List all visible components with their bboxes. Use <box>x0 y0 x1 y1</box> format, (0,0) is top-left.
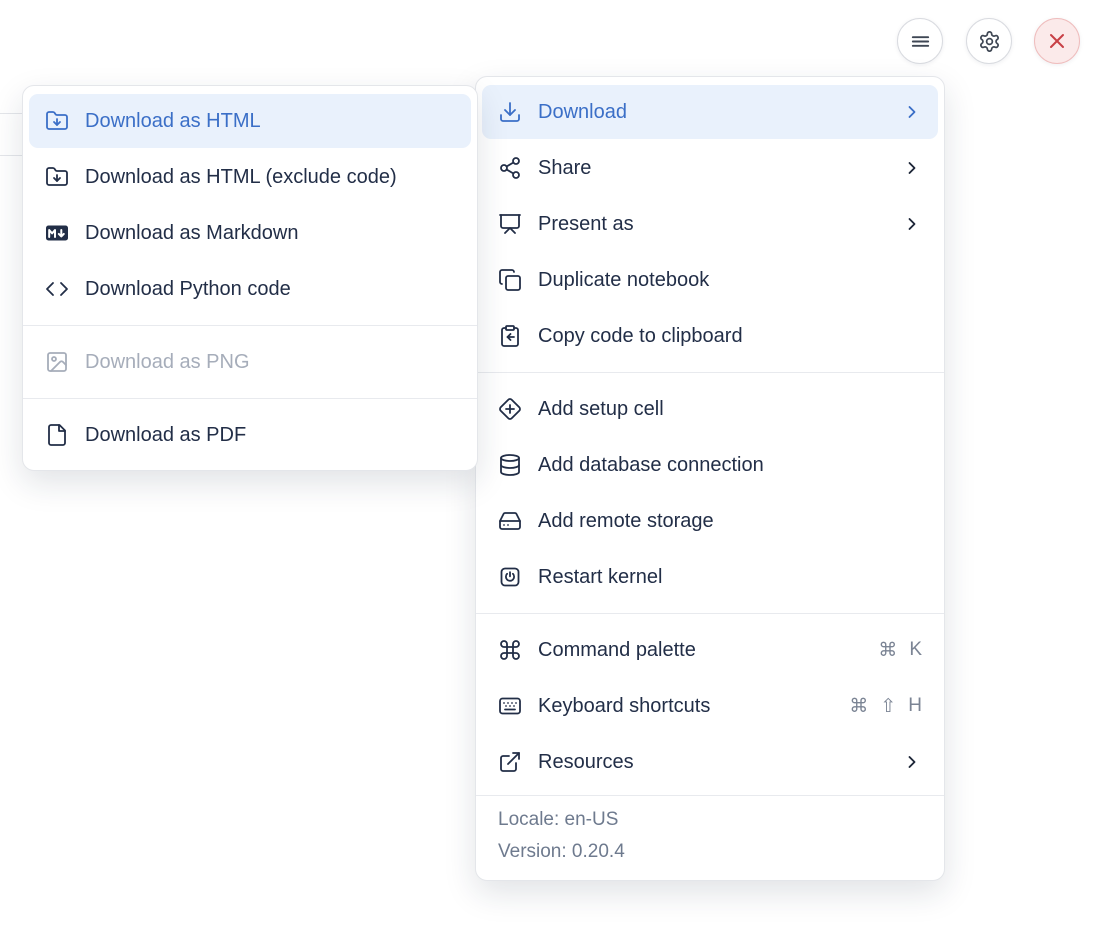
menu-item-present-as[interactable]: Present as <box>482 197 938 251</box>
menu-item-resources[interactable]: Resources <box>482 735 938 789</box>
file-icon <box>45 423 69 447</box>
menu-item-duplicate-notebook[interactable]: Duplicate notebook <box>482 253 938 307</box>
key-glyph: K <box>909 639 922 661</box>
menu-item-download-as-html[interactable]: Download as HTML <box>29 94 471 148</box>
command-key-glyph: ⌘ <box>878 639 897 662</box>
menu-divider <box>476 372 944 373</box>
hard-drive-icon <box>498 509 522 533</box>
command-key-glyph: ⌘ <box>849 695 868 718</box>
menu-item-add-setup-cell[interactable]: Add setup cell <box>482 382 938 436</box>
menu-item-label: Add remote storage <box>538 510 922 533</box>
key-glyph: H <box>908 695 922 717</box>
menu-divider <box>23 325 477 326</box>
menu-item-download-as-markdown[interactable]: Download as Markdown <box>29 206 471 260</box>
code-icon <box>45 277 69 301</box>
menu-item-label: Keyboard shortcuts <box>538 695 833 718</box>
menu-footer: Locale: en-US Version: 0.20.4 <box>476 795 944 874</box>
shortcut-hint: ⌘ K <box>878 639 922 662</box>
background-divider-line <box>0 155 22 156</box>
folder-down-icon <box>45 109 69 133</box>
menu-item-download-python-code[interactable]: Download Python code <box>29 262 471 316</box>
gear-icon <box>978 30 1001 53</box>
close-app-button[interactable] <box>1034 18 1080 64</box>
keyboard-icon <box>498 694 522 718</box>
menu-item-command-palette[interactable]: Command palette ⌘ K <box>482 623 938 677</box>
menu-item-download[interactable]: Download <box>482 85 938 139</box>
command-icon <box>498 638 522 662</box>
menu-item-label: Copy code to clipboard <box>538 325 922 348</box>
menu-item-label: Download as PNG <box>85 351 455 374</box>
hamburger-icon <box>909 30 932 53</box>
menu-divider <box>23 398 477 399</box>
menu-item-download-as-png: Download as PNG <box>29 335 471 389</box>
menu-item-label: Present as <box>538 213 886 236</box>
menu-item-label: Duplicate notebook <box>538 269 922 292</box>
shortcut-hint: ⌘ ⇧ H <box>849 695 922 718</box>
menu-item-label: Share <box>538 157 886 180</box>
locale-text: Locale: en-US <box>498 804 922 836</box>
presentation-icon <box>498 212 522 236</box>
menu-item-label: Download as PDF <box>85 424 455 447</box>
chevron-right-icon <box>902 102 922 122</box>
markdown-download-icon <box>45 221 69 245</box>
menu-item-download-as-html-exclude-code[interactable]: Download as HTML (exclude code) <box>29 150 471 204</box>
settings-button[interactable] <box>966 18 1012 64</box>
download-submenu: Download as HTML Download as HTML (exclu… <box>22 85 478 471</box>
download-icon <box>498 100 522 124</box>
menu-item-label: Download <box>538 101 886 124</box>
background-divider-line <box>0 113 22 114</box>
power-square-icon <box>498 565 522 589</box>
chevron-right-icon <box>902 214 922 234</box>
database-icon <box>498 453 522 477</box>
folder-down-icon <box>45 165 69 189</box>
menu-item-label: Download as Markdown <box>85 222 455 245</box>
share-icon <box>498 156 522 180</box>
menu-item-label: Resources <box>538 751 886 774</box>
menu-item-label: Add database connection <box>538 454 922 477</box>
menu-item-add-database-connection[interactable]: Add database connection <box>482 438 938 492</box>
menu-item-label: Download as HTML <box>85 110 455 133</box>
notebook-menu-button[interactable] <box>897 18 943 64</box>
x-icon <box>1045 29 1069 53</box>
menu-item-keyboard-shortcuts[interactable]: Keyboard shortcuts ⌘ ⇧ H <box>482 679 938 733</box>
menu-divider <box>476 613 944 614</box>
external-link-icon <box>498 750 522 774</box>
menu-item-add-remote-storage[interactable]: Add remote storage <box>482 494 938 548</box>
menu-item-download-as-pdf[interactable]: Download as PDF <box>29 408 471 462</box>
chevron-right-icon <box>902 752 922 772</box>
clipboard-copy-icon <box>498 324 522 348</box>
menu-item-label: Download Python code <box>85 278 455 301</box>
menu-item-label: Command palette <box>538 639 862 662</box>
menu-item-label: Download as HTML (exclude code) <box>85 166 455 189</box>
shift-key-glyph: ⇧ <box>880 695 896 718</box>
image-icon <box>45 350 69 374</box>
version-text: Version: 0.20.4 <box>498 836 922 868</box>
menu-item-copy-code-to-clipboard[interactable]: Copy code to clipboard <box>482 309 938 363</box>
diamond-plus-icon <box>498 397 522 421</box>
notebook-menu: Download Share Present as Duplicate note… <box>475 76 945 881</box>
menu-item-share[interactable]: Share <box>482 141 938 195</box>
menu-item-restart-kernel[interactable]: Restart kernel <box>482 550 938 604</box>
chevron-right-icon <box>902 158 922 178</box>
menu-item-label: Add setup cell <box>538 398 922 421</box>
menu-item-label: Restart kernel <box>538 566 922 589</box>
copy-icon <box>498 268 522 292</box>
